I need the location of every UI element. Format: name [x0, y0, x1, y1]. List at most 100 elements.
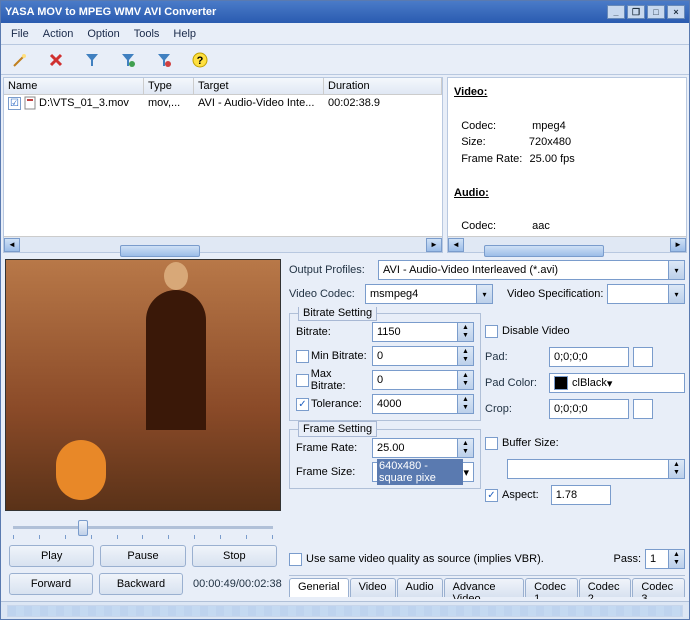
info-hscroll[interactable]: ◄ ►: [448, 236, 686, 252]
video-spec-combo[interactable]: ▾: [607, 284, 685, 304]
spinner-icon[interactable]: ▲▼: [457, 371, 473, 389]
preview-panel: Play Pause Stop Forward Backward 00:00:4…: [3, 257, 283, 599]
col-target[interactable]: Target: [194, 78, 324, 94]
filter1-icon[interactable]: [83, 51, 101, 69]
pass-label: Pass:: [613, 553, 641, 565]
min-bitrate-checkbox[interactable]: [296, 350, 309, 363]
slider-thumb[interactable]: [78, 520, 88, 536]
delete-icon[interactable]: [47, 51, 65, 69]
crop-input[interactable]: 0;0;0;0: [549, 399, 629, 419]
tab-advance-video[interactable]: Advance Video: [444, 578, 524, 597]
menu-tools[interactable]: Tools: [134, 28, 160, 40]
table-header: Name Type Target Duration: [4, 78, 442, 95]
wand-icon[interactable]: [11, 51, 29, 69]
app-window: YASA MOV to MPEG WMV AVI Converter _ ❐ □…: [0, 0, 690, 620]
title-buttons: _ ❐ □ ×: [607, 5, 685, 19]
dropdown-icon[interactable]: ▾: [607, 377, 613, 390]
video-codec-combo[interactable]: msmpeg4 ▾: [365, 284, 493, 304]
dropdown-icon[interactable]: ▾: [668, 285, 684, 303]
crop-label: Crop:: [485, 403, 545, 415]
spinner-icon[interactable]: ▲▼: [668, 460, 684, 478]
tab-general[interactable]: Generial: [289, 578, 349, 597]
dropdown-icon[interactable]: ▾: [476, 285, 492, 303]
min-bitrate-input[interactable]: 0▲▼: [372, 346, 474, 366]
buffer-size-input[interactable]: ▲▼: [507, 459, 685, 479]
spinner-icon[interactable]: ▲▼: [457, 323, 473, 341]
toolbar: ?: [1, 45, 689, 75]
file-list-hscroll[interactable]: ◄ ►: [4, 236, 442, 252]
disable-video-checkbox[interactable]: [485, 325, 498, 338]
scroll-right-icon[interactable]: ►: [426, 238, 442, 252]
scroll-right-icon[interactable]: ►: [670, 238, 686, 252]
frame-fieldset: Frame Setting Frame Rate: 25.00▲▼ Frame …: [289, 429, 481, 489]
stop-button[interactable]: Stop: [192, 545, 277, 567]
maximize-button[interactable]: □: [647, 5, 665, 19]
scroll-thumb[interactable]: [120, 245, 200, 257]
file-name: D:\VTS_01_3.mov: [39, 97, 129, 109]
minimize-button[interactable]: _: [607, 5, 625, 19]
forward-button[interactable]: Forward: [9, 573, 93, 595]
frame-rate-input[interactable]: 25.00▲▼: [372, 438, 474, 458]
filter3-icon[interactable]: [155, 51, 173, 69]
frame-legend: Frame Setting: [298, 421, 377, 437]
pad-input[interactable]: 0;0;0;0: [549, 347, 629, 367]
row-checkbox[interactable]: ☑: [8, 97, 21, 110]
disable-video-label: Disable Video: [502, 325, 570, 337]
col-type[interactable]: Type: [144, 78, 194, 94]
frame-size-combo[interactable]: 640x480 - square pixe▾: [372, 462, 474, 482]
pause-button[interactable]: Pause: [100, 545, 185, 567]
pad-picker-button[interactable]: [633, 347, 653, 367]
file-target: AVI - Audio-Video Inte...: [198, 97, 328, 109]
tab-codec3[interactable]: Codec 3: [632, 578, 685, 597]
color-swatch: [554, 376, 568, 390]
close-button[interactable]: ×: [667, 5, 685, 19]
col-name[interactable]: Name: [4, 78, 144, 94]
max-bitrate-checkbox[interactable]: [296, 374, 309, 387]
pad-color-combo[interactable]: clBlack ▾: [549, 373, 685, 393]
bitrate-label: Bitrate:: [296, 326, 368, 338]
restore-button[interactable]: ❐: [627, 5, 645, 19]
output-profile-combo[interactable]: AVI - Audio-Video Interleaved (*.avi) ▾: [378, 260, 685, 280]
tab-audio[interactable]: Audio: [397, 578, 443, 597]
table-body[interactable]: ☑ D:\VTS_01_3.mov mov,... AVI - Audio-Vi…: [4, 95, 442, 236]
scroll-left-icon[interactable]: ◄: [4, 238, 20, 252]
quality-checkbox[interactable]: [289, 553, 302, 566]
window-title: YASA MOV to MPEG WMV AVI Converter: [5, 6, 607, 18]
settings-panel: Output Profiles: AVI - Audio-Video Inter…: [287, 257, 687, 599]
aspect-checkbox[interactable]: ✓: [485, 489, 498, 502]
menu-option[interactable]: Option: [87, 28, 119, 40]
filter2-icon[interactable]: [119, 51, 137, 69]
play-button[interactable]: Play: [9, 545, 94, 567]
spinner-icon[interactable]: ▲▼: [668, 550, 684, 568]
frame-size-label: Frame Size:: [296, 466, 368, 478]
help-icon[interactable]: ?: [191, 51, 209, 69]
tolerance-input[interactable]: 4000▲▼: [372, 394, 474, 414]
col-duration[interactable]: Duration: [324, 78, 442, 94]
max-bitrate-input[interactable]: 0▲▼: [372, 370, 474, 390]
crop-picker-button[interactable]: [633, 399, 653, 419]
playback-slider[interactable]: [5, 517, 281, 537]
menu-help[interactable]: Help: [173, 28, 196, 40]
dropdown-icon[interactable]: ▾: [463, 466, 469, 479]
backward-button[interactable]: Backward: [99, 573, 183, 595]
tab-codec1[interactable]: Codec 1: [525, 578, 578, 597]
pass-input[interactable]: 1▲▼: [645, 549, 685, 569]
dropdown-icon[interactable]: ▾: [668, 261, 684, 279]
time-label: 00:00:49/00:02:38: [193, 578, 282, 590]
tolerance-checkbox[interactable]: ✓: [296, 398, 309, 411]
scroll-thumb[interactable]: [484, 245, 604, 257]
buffer-size-checkbox[interactable]: [485, 437, 498, 450]
aspect-input[interactable]: 1.78: [551, 485, 611, 505]
bitrate-input[interactable]: 1150▲▼: [372, 322, 474, 342]
tab-codec2[interactable]: Codec 2: [579, 578, 632, 597]
spinner-icon[interactable]: ▲▼: [457, 347, 473, 365]
video-codec-label: Video Codec:: [289, 288, 361, 300]
table-row[interactable]: ☑ D:\VTS_01_3.mov mov,... AVI - Audio-Vi…: [4, 95, 442, 111]
menu-action[interactable]: Action: [43, 28, 74, 40]
spinner-icon[interactable]: ▲▼: [457, 395, 473, 413]
buffer-size-label: Buffer Size:: [502, 437, 559, 449]
menu-file[interactable]: File: [11, 28, 29, 40]
spinner-icon[interactable]: ▲▼: [457, 439, 473, 457]
tab-video[interactable]: Video: [350, 578, 396, 597]
scroll-left-icon[interactable]: ◄: [448, 238, 464, 252]
